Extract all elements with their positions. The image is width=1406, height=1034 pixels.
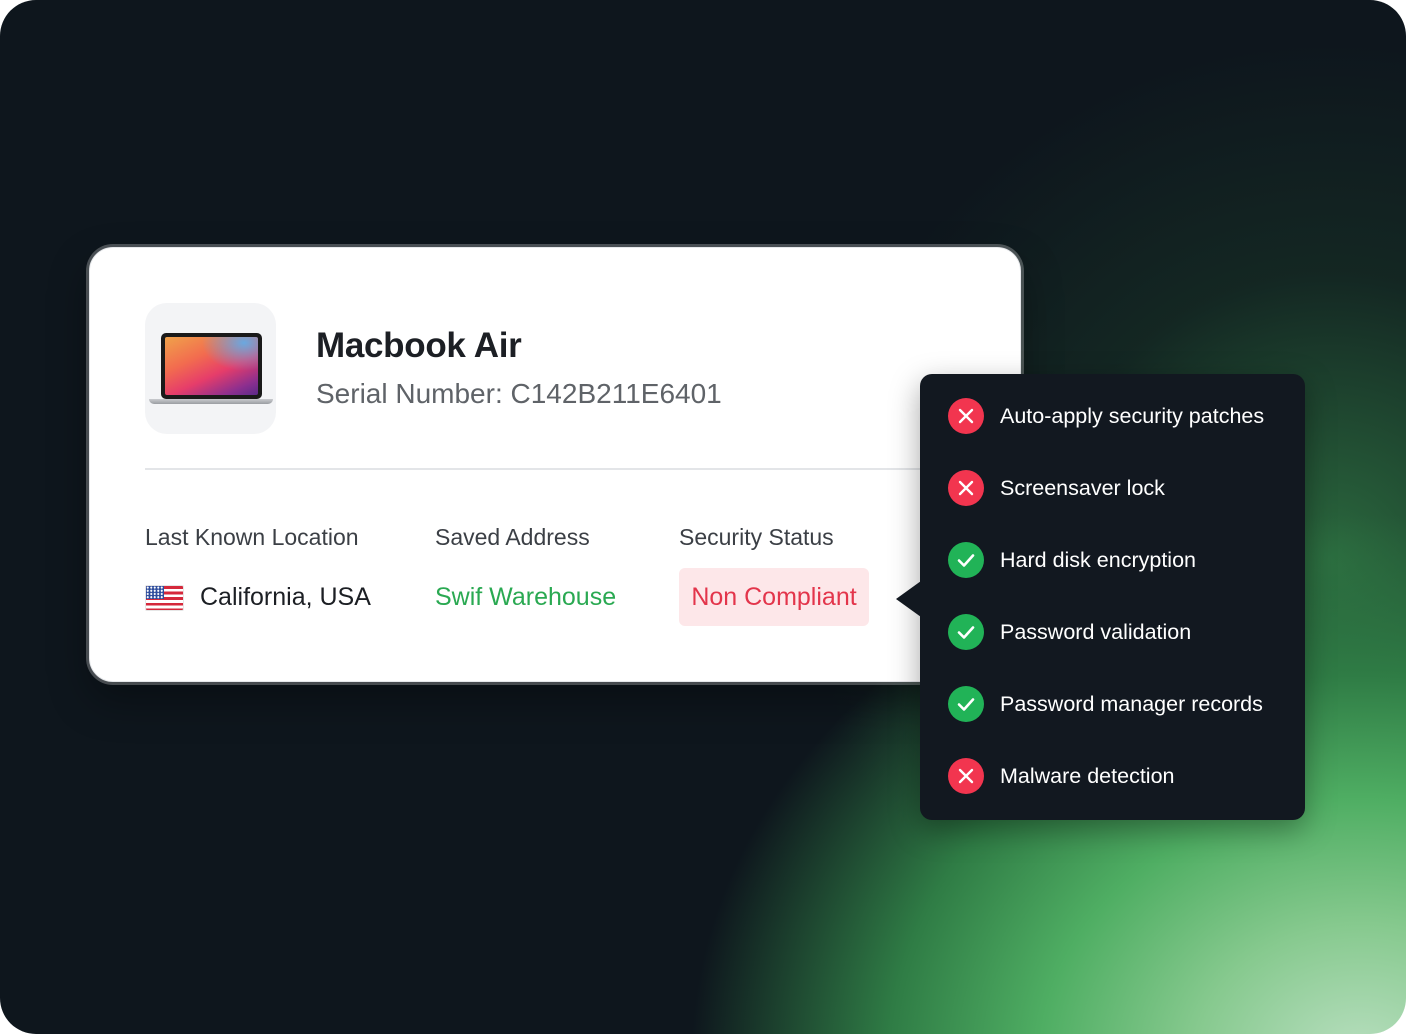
- check-circle-icon: [948, 542, 984, 578]
- check-label: Screensaver lock: [1000, 475, 1165, 500]
- device-card: Macbook Air Serial Number: C142B211E6401…: [89, 247, 1021, 682]
- background-stage: Macbook Air Serial Number: C142B211E6401…: [0, 0, 1406, 1034]
- flag-canton: [146, 586, 164, 599]
- serial-label: Serial Number:: [316, 378, 503, 409]
- check-label: Auto-apply security patches: [1000, 403, 1265, 428]
- check-circle-icon: [948, 686, 984, 722]
- x-circle-icon: [948, 470, 984, 506]
- divider: [145, 468, 985, 470]
- x-circle-icon: [948, 398, 984, 434]
- check-label: Password validation: [1000, 619, 1192, 644]
- security-status-label: Security Status: [679, 524, 834, 550]
- serial-number: Serial Number: C142B211E6401: [316, 378, 722, 410]
- x-circle-icon: [948, 758, 984, 794]
- check-item-hard-disk-encryption: Hard disk encryption: [948, 540, 1288, 580]
- laptop-base: [149, 399, 273, 404]
- security-status-badge[interactable]: Non Compliant: [679, 568, 869, 626]
- serial-value: C142B211E6401: [510, 378, 722, 409]
- check-label: Password manager records: [1000, 691, 1263, 716]
- check-item-password-manager-records: Password manager records: [948, 684, 1288, 724]
- check-label: Malware detection: [1000, 763, 1175, 788]
- check-item-malware-detection: Malware detection: [948, 756, 1288, 796]
- check-item-auto-apply-security-patches: Auto-apply security patches: [948, 396, 1288, 436]
- location-value: California, USA: [200, 583, 371, 611]
- check-item-password-validation: Password validation: [948, 612, 1288, 652]
- device-name: Macbook Air: [316, 326, 522, 365]
- saved-address-link[interactable]: Swif Warehouse: [435, 583, 616, 612]
- address-label: Saved Address: [435, 524, 590, 550]
- check-circle-icon: [948, 614, 984, 650]
- compliance-checks-popover: Auto-apply security patches Screensaver …: [896, 374, 1305, 820]
- check-item-screensaver-lock: Screensaver lock: [948, 468, 1288, 508]
- device-thumbnail: [145, 303, 276, 434]
- popover-arrow: [896, 581, 921, 617]
- location-label: Last Known Location: [145, 524, 359, 550]
- us-flag-icon: [145, 585, 184, 611]
- laptop-icon: [161, 333, 262, 399]
- laptop-wallpaper: [165, 337, 258, 395]
- check-label: Hard disk encryption: [1000, 547, 1196, 572]
